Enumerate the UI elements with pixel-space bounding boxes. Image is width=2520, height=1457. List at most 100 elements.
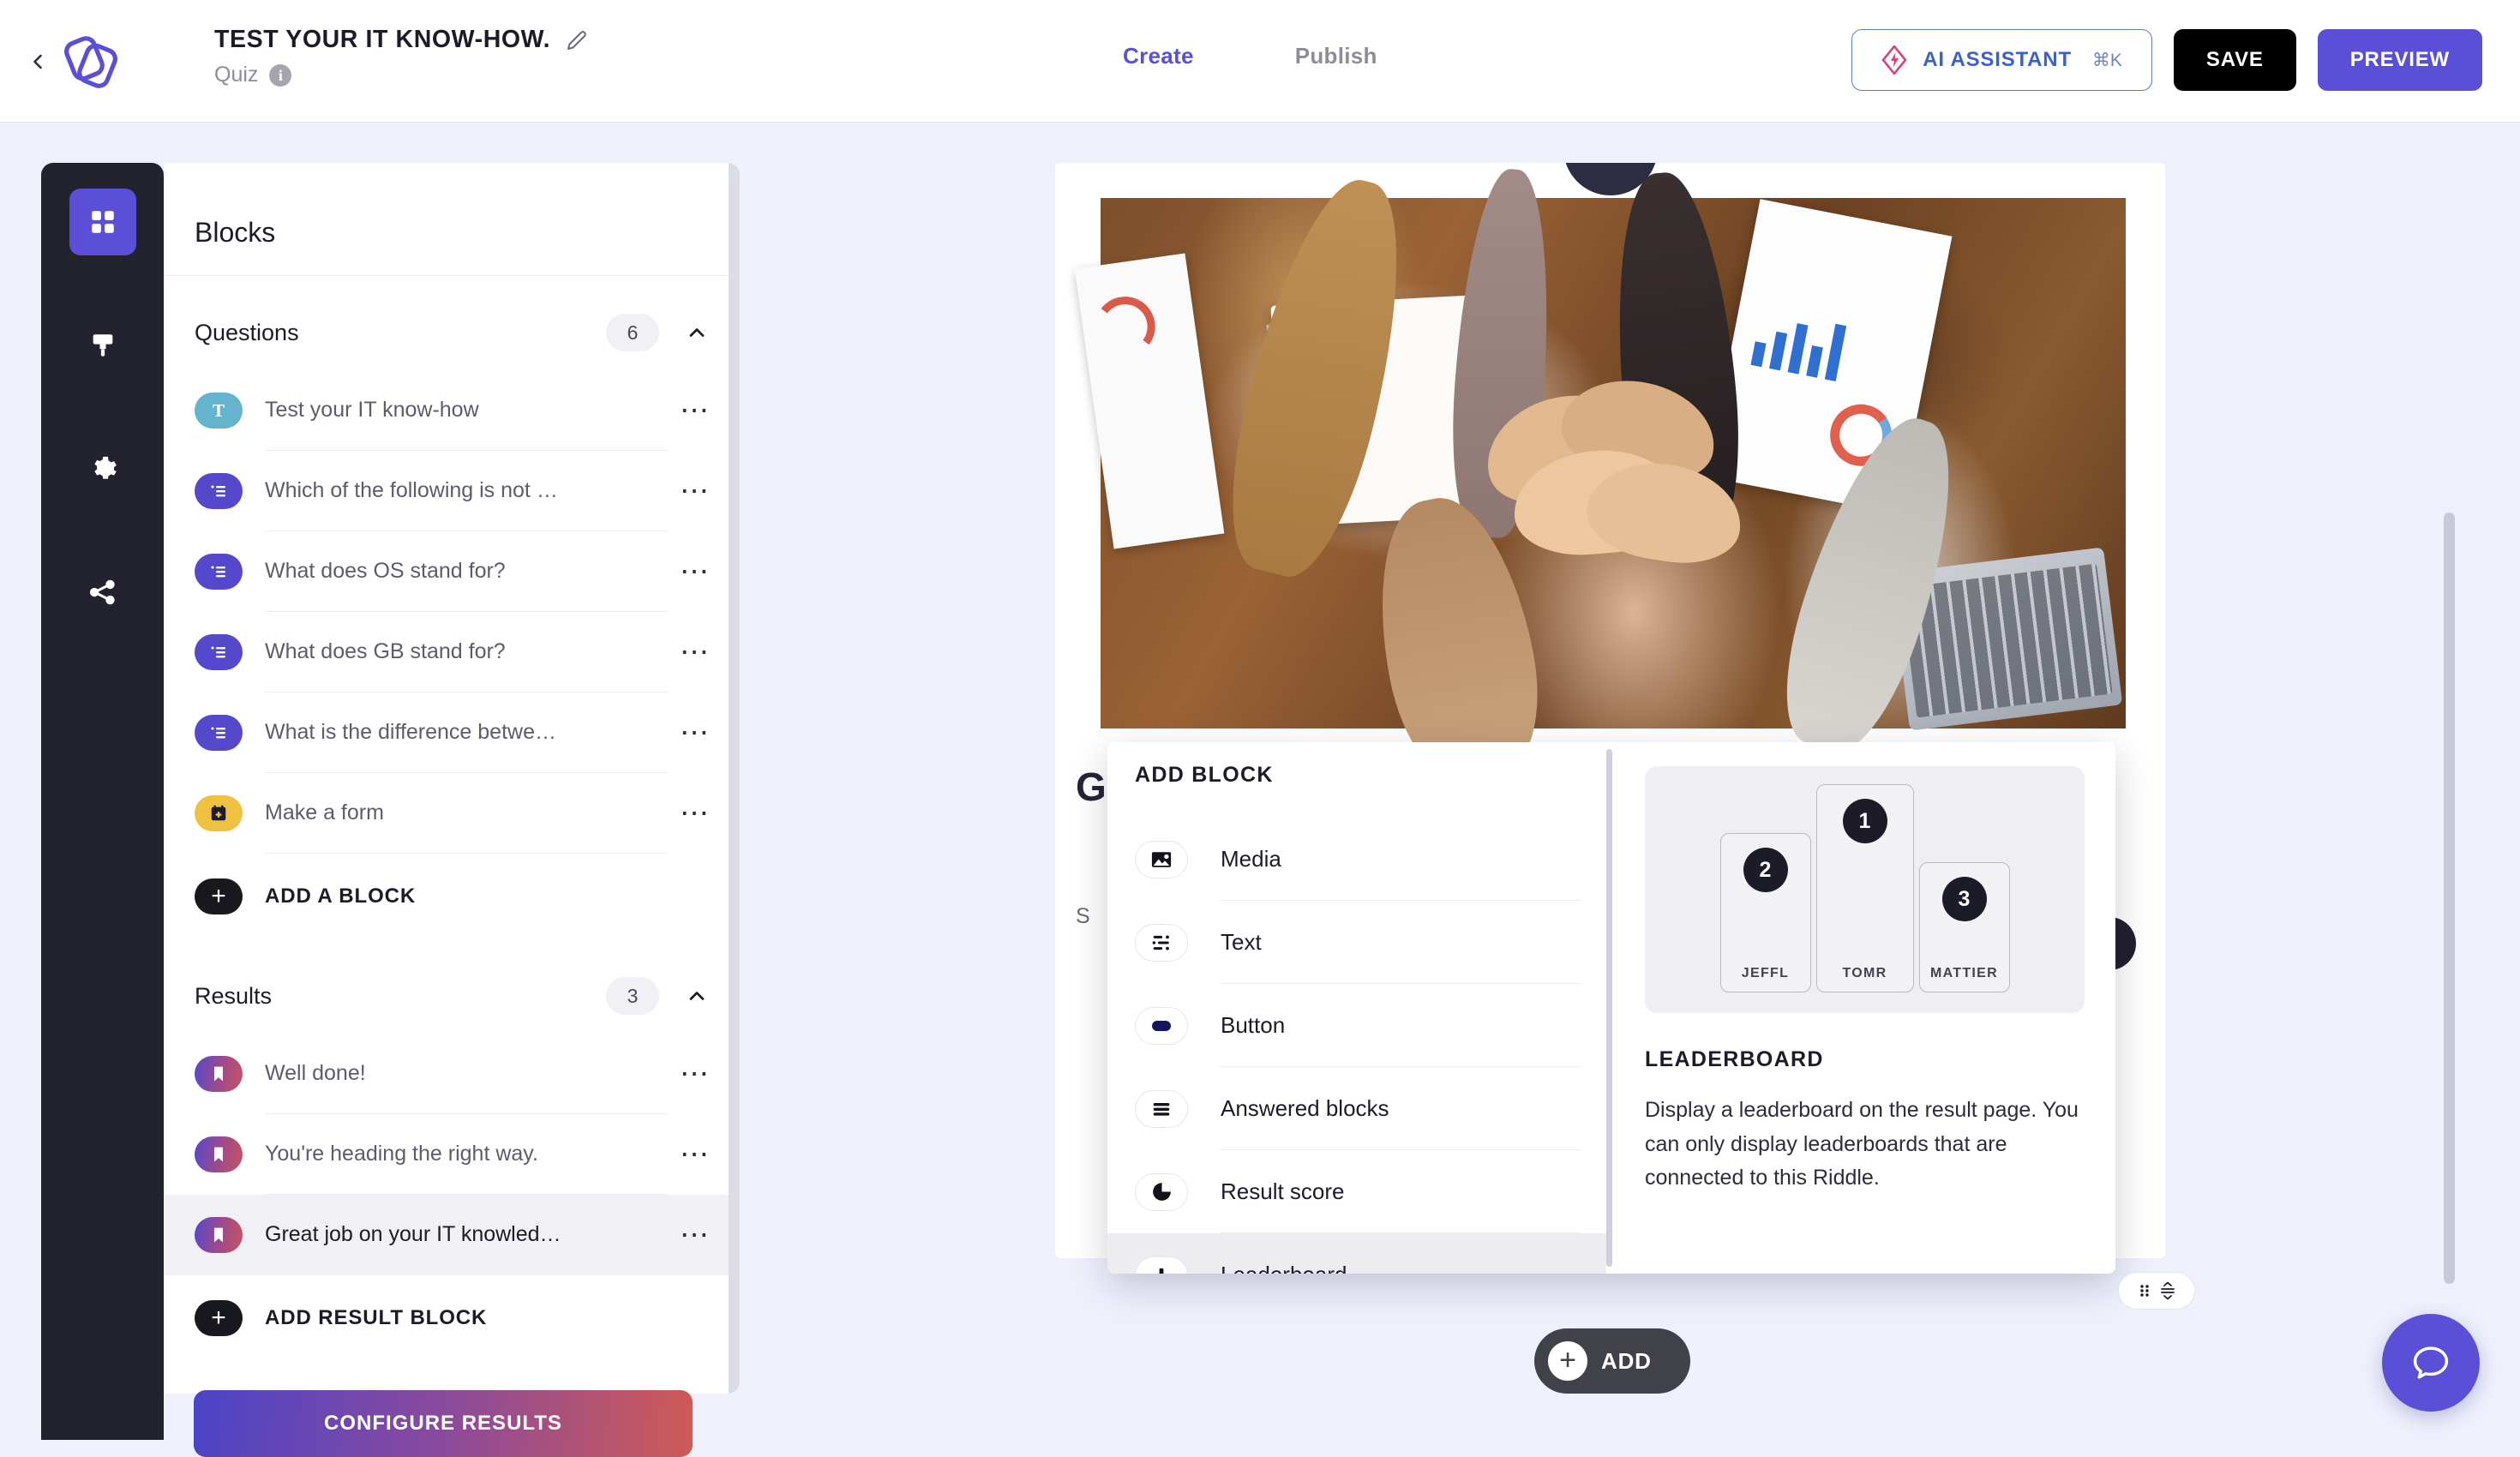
menu-item-label: Text [1221, 901, 1581, 984]
menu-item-label: Answered blocks [1221, 1067, 1581, 1150]
list-item[interactable]: Great job on your IT knowled… ⋯ [164, 1195, 740, 1275]
rank-badge: 2 [1743, 848, 1788, 892]
results-section-header[interactable]: Results 3 [164, 958, 740, 1034]
list-item-label: What does OS stand for? [265, 559, 506, 584]
list-item[interactable]: What does OS stand for? ⋯ [164, 531, 740, 612]
info-icon[interactable]: i [269, 64, 291, 87]
list-item-label: Make a form [265, 800, 384, 825]
quiz-title-block: TEST YOUR IT KNOW-HOW. Quiz i [214, 26, 587, 87]
row-overflow-menu[interactable]: ⋯ [673, 644, 717, 661]
block-label-wrap: Make a form [265, 773, 668, 854]
blocks-panel-header: Blocks [164, 190, 740, 276]
configure-results-button[interactable]: CONFIGURE RESULTS [194, 1390, 693, 1457]
row-overflow-menu[interactable]: ⋯ [673, 724, 717, 741]
list-item[interactable]: You're heading the right way. ⋯ [164, 1114, 740, 1195]
block-float-toolbar[interactable] [2118, 1272, 2195, 1310]
list-item[interactable]: T Test your IT know-how ⋯ [164, 370, 740, 451]
page-title: TEST YOUR IT KNOW-HOW. [214, 26, 550, 54]
menu-item-label: Result score [1221, 1150, 1581, 1233]
block-type-result-icon [195, 1217, 243, 1253]
preview-button[interactable]: PREVIEW [2318, 29, 2482, 91]
list-item[interactable]: Which of the following is not … ⋯ [164, 451, 740, 531]
vertical-spacing-icon[interactable] [2159, 1281, 2176, 1300]
modal-scrollbar[interactable] [1606, 749, 1612, 1267]
preview-title: LEADERBOARD [1645, 1047, 2085, 1072]
block-type-choice-icon [195, 473, 243, 509]
list-item[interactable]: What does GB stand for? ⋯ [164, 612, 740, 693]
row-overflow-menu[interactable]: ⋯ [673, 1226, 717, 1244]
menu-item-media[interactable]: Media [1107, 818, 1606, 901]
drag-handle-icon[interactable] [2138, 1282, 2151, 1299]
block-type-choice-icon [195, 634, 243, 670]
blocks-panel-scrollbar[interactable] [729, 163, 740, 1394]
row-overflow-menu[interactable]: ⋯ [673, 1146, 717, 1163]
save-button[interactable]: SAVE [2174, 29, 2296, 91]
gear-icon [88, 454, 117, 483]
menu-item-result-score[interactable]: Result score [1107, 1150, 1606, 1233]
add-block-fab[interactable]: + ADD [1534, 1328, 1690, 1394]
block-label-wrap: What does GB stand for? [265, 612, 668, 693]
sidebar-item-share[interactable] [69, 559, 136, 626]
block-label-wrap: Great job on your IT knowled… [265, 1195, 668, 1275]
plus-icon: + [1548, 1341, 1587, 1381]
rank-badge: 1 [1843, 799, 1887, 843]
sidebar-item-settings[interactable] [69, 435, 136, 502]
list-item[interactable]: What is the difference betwe… ⋯ [164, 693, 740, 773]
add-result-block-button[interactable]: + ADD RESULT BLOCK [164, 1275, 740, 1361]
block-type-form-icon [195, 795, 243, 831]
menu-item-text[interactable]: Text [1107, 901, 1606, 984]
image-icon [1135, 841, 1188, 878]
main-nav-tabs: Create Publish [1123, 43, 1377, 69]
photo-hands-stack [1459, 375, 1767, 573]
block-type-result-icon [195, 1056, 243, 1092]
tab-create[interactable]: Create [1123, 43, 1194, 69]
chevron-up-icon[interactable] [685, 984, 709, 1008]
list-item-label: Well done! [265, 1061, 366, 1086]
button-pill-icon [1135, 1007, 1188, 1045]
canvas-scrollbar[interactable] [2444, 513, 2455, 1284]
list-item[interactable]: Make a form ⋯ [164, 773, 740, 854]
back-chevron-icon[interactable] [26, 50, 50, 74]
header-actions: AI ASSISTANT ⌘K SAVE PREVIEW [1851, 29, 2482, 91]
add-block-modal-title: ADD BLOCK [1135, 763, 1274, 788]
menu-item-label: Media [1221, 818, 1581, 901]
pencil-icon[interactable] [567, 30, 587, 51]
ai-assistant-label: AI ASSISTANT [1923, 48, 2072, 72]
add-a-block-button[interactable]: + ADD A BLOCK [164, 854, 740, 939]
pie-chart-icon [1135, 1173, 1188, 1211]
ai-diamond-icon [1881, 45, 1907, 75]
results-count-badge: 3 [606, 977, 659, 1015]
questions-section-header[interactable]: Questions 6 [164, 295, 740, 370]
list-item[interactable]: Well done! ⋯ [164, 1034, 740, 1114]
row-overflow-menu[interactable]: ⋯ [673, 483, 717, 500]
menu-item-leaderboard[interactable]: Leaderboard [1107, 1233, 1606, 1274]
chevron-up-icon[interactable] [685, 321, 709, 345]
list-item-label: What is the difference betwe… [265, 720, 556, 745]
menu-item-label: Button [1221, 984, 1581, 1067]
list-item-label: Great job on your IT knowled… [265, 1222, 561, 1247]
chat-support-button[interactable] [2382, 1314, 2480, 1412]
bar-chart-icon [1135, 1256, 1188, 1274]
sidebar-item-design[interactable] [69, 312, 136, 379]
block-label-wrap: What does OS stand for? [265, 531, 668, 612]
row-overflow-menu[interactable]: ⋯ [673, 402, 717, 419]
list-item-label: You're heading the right way. [265, 1142, 538, 1166]
photo-sheet-left [1075, 254, 1225, 549]
ai-assistant-button[interactable]: AI ASSISTANT ⌘K [1851, 29, 2152, 91]
block-type-result-icon [195, 1136, 243, 1172]
sidebar-item-blocks[interactable] [69, 189, 136, 255]
hamburger-lines-icon [1135, 1090, 1188, 1128]
menu-item-answered-blocks[interactable]: Answered blocks [1107, 1067, 1606, 1150]
canvas-result-subtext: S [1076, 904, 1090, 929]
menu-item-button[interactable]: Button [1107, 984, 1606, 1067]
list-item-label: Which of the following is not … [265, 478, 558, 503]
chat-bubble-icon [2409, 1340, 2453, 1385]
block-label-wrap: Which of the following is not … [265, 451, 668, 531]
tab-publish[interactable]: Publish [1295, 43, 1377, 69]
paintbrush-icon [88, 331, 117, 360]
riddle-logo-icon[interactable] [58, 33, 123, 93]
row-overflow-menu[interactable]: ⋯ [673, 563, 717, 580]
row-overflow-menu[interactable]: ⋯ [673, 1065, 717, 1082]
row-overflow-menu[interactable]: ⋯ [673, 805, 717, 822]
hero-image[interactable] [1101, 198, 2126, 728]
